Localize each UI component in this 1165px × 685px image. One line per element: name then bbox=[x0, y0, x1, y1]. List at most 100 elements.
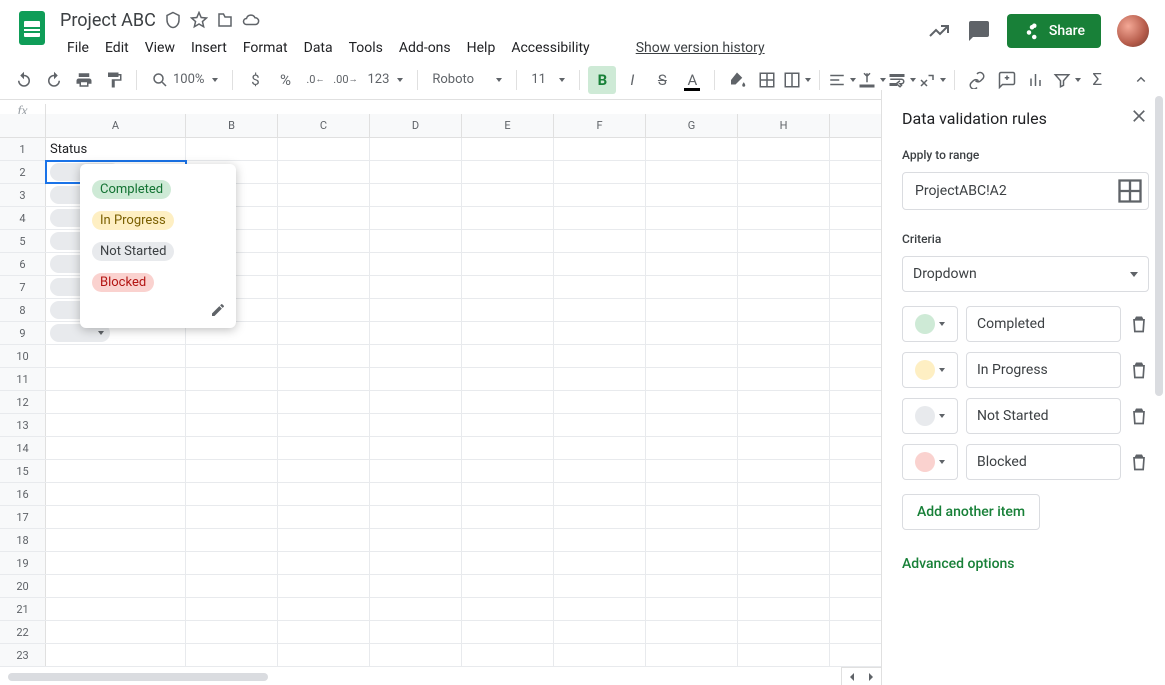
fill-color-button[interactable] bbox=[723, 66, 751, 94]
cell-H23[interactable] bbox=[738, 644, 830, 666]
star-icon[interactable] bbox=[190, 11, 208, 29]
cell-C23[interactable] bbox=[278, 644, 370, 666]
column-header-G[interactable]: G bbox=[646, 114, 738, 137]
row-header[interactable]: 17 bbox=[0, 506, 46, 528]
cell-C19[interactable] bbox=[278, 552, 370, 574]
row-header[interactable]: 2 bbox=[0, 161, 46, 183]
cell-E13[interactable] bbox=[462, 414, 554, 436]
cell-D15[interactable] bbox=[370, 460, 462, 482]
cell-E4[interactable] bbox=[462, 207, 554, 229]
cell-A19[interactable] bbox=[46, 552, 186, 574]
cell-G19[interactable] bbox=[646, 552, 738, 574]
cell-H20[interactable] bbox=[738, 575, 830, 597]
range-input[interactable]: ProjectABC!A2 bbox=[902, 172, 1149, 210]
panel-scrollbar[interactable] bbox=[1155, 90, 1163, 665]
currency-icon[interactable]: $ bbox=[241, 66, 269, 94]
cell-G22[interactable] bbox=[646, 621, 738, 643]
cell-D2[interactable] bbox=[370, 161, 462, 183]
cell-E12[interactable] bbox=[462, 391, 554, 413]
cell-D4[interactable] bbox=[370, 207, 462, 229]
cell-B20[interactable] bbox=[186, 575, 278, 597]
item-value-input[interactable]: Blocked bbox=[966, 444, 1121, 480]
cell-F7[interactable] bbox=[554, 276, 646, 298]
cell-B11[interactable] bbox=[186, 368, 278, 390]
cell-E20[interactable] bbox=[462, 575, 554, 597]
cell-H6[interactable] bbox=[738, 253, 830, 275]
item-color-select[interactable] bbox=[902, 306, 958, 342]
cell-H2[interactable] bbox=[738, 161, 830, 183]
cell-H9[interactable] bbox=[738, 322, 830, 344]
increase-decimal-icon[interactable]: .00→ bbox=[331, 66, 359, 94]
row-header[interactable]: 16 bbox=[0, 483, 46, 505]
cell-A14[interactable] bbox=[46, 437, 186, 459]
row-header[interactable]: 21 bbox=[0, 598, 46, 620]
cell-F14[interactable] bbox=[554, 437, 646, 459]
share-button[interactable]: Share bbox=[1007, 14, 1101, 48]
cell-C16[interactable] bbox=[278, 483, 370, 505]
italic-button[interactable]: I bbox=[618, 66, 646, 94]
move-icon[interactable] bbox=[216, 11, 234, 29]
version-history-link[interactable]: Show version history bbox=[629, 36, 772, 60]
cell-F15[interactable] bbox=[554, 460, 646, 482]
bold-button[interactable]: B bbox=[588, 66, 616, 94]
row-header[interactable]: 6 bbox=[0, 253, 46, 275]
advanced-options-link[interactable]: Advanced options bbox=[902, 530, 1149, 572]
cell-G12[interactable] bbox=[646, 391, 738, 413]
number-format-select[interactable]: 123 bbox=[361, 66, 409, 94]
criteria-type-select[interactable]: Dropdown bbox=[902, 256, 1149, 292]
cell-G6[interactable] bbox=[646, 253, 738, 275]
cell-C4[interactable] bbox=[278, 207, 370, 229]
cloud-icon[interactable] bbox=[242, 11, 260, 29]
cell-C6[interactable] bbox=[278, 253, 370, 275]
menu-edit[interactable]: Edit bbox=[98, 36, 136, 60]
cell-D16[interactable] bbox=[370, 483, 462, 505]
row-header[interactable]: 11 bbox=[0, 368, 46, 390]
cell-B18[interactable] bbox=[186, 529, 278, 551]
cell-A23[interactable] bbox=[46, 644, 186, 666]
spreadsheet-grid[interactable]: ABCDEFGH 1Status234567891011121314151617… bbox=[0, 114, 881, 685]
font-size-select[interactable]: 11 bbox=[525, 66, 571, 94]
cell-C7[interactable] bbox=[278, 276, 370, 298]
cell-E19[interactable] bbox=[462, 552, 554, 574]
cell-F19[interactable] bbox=[554, 552, 646, 574]
cell-D1[interactable] bbox=[370, 138, 462, 160]
cell-F23[interactable] bbox=[554, 644, 646, 666]
column-header-B[interactable]: B bbox=[186, 114, 278, 137]
menu-accessibility[interactable]: Accessibility bbox=[504, 36, 596, 60]
cell-C20[interactable] bbox=[278, 575, 370, 597]
item-value-input[interactable]: In Progress bbox=[966, 352, 1121, 388]
cell-E9[interactable] bbox=[462, 322, 554, 344]
cell-H14[interactable] bbox=[738, 437, 830, 459]
row-header[interactable]: 12 bbox=[0, 391, 46, 413]
cell-B10[interactable] bbox=[186, 345, 278, 367]
font-select[interactable]: Roboto bbox=[426, 66, 508, 94]
dropdown-option[interactable]: In Progress bbox=[90, 205, 226, 236]
cell-D21[interactable] bbox=[370, 598, 462, 620]
cell-B16[interactable] bbox=[186, 483, 278, 505]
cell-F16[interactable] bbox=[554, 483, 646, 505]
cell-B13[interactable] bbox=[186, 414, 278, 436]
strikethrough-button[interactable]: S bbox=[648, 66, 676, 94]
merge-button[interactable] bbox=[783, 66, 811, 94]
cell-B14[interactable] bbox=[186, 437, 278, 459]
sheet-scroll-right[interactable] bbox=[862, 668, 882, 685]
paint-format-icon[interactable] bbox=[100, 66, 128, 94]
cell-E2[interactable] bbox=[462, 161, 554, 183]
cell-B23[interactable] bbox=[186, 644, 278, 666]
cell-G2[interactable] bbox=[646, 161, 738, 183]
cell-H21[interactable] bbox=[738, 598, 830, 620]
cell-F11[interactable] bbox=[554, 368, 646, 390]
row-header[interactable]: 19 bbox=[0, 552, 46, 574]
cell-H15[interactable] bbox=[738, 460, 830, 482]
cell-D5[interactable] bbox=[370, 230, 462, 252]
cell-A17[interactable] bbox=[46, 506, 186, 528]
redo-icon[interactable] bbox=[40, 66, 68, 94]
cell-F13[interactable] bbox=[554, 414, 646, 436]
menu-tools[interactable]: Tools bbox=[342, 36, 390, 60]
column-header-D[interactable]: D bbox=[370, 114, 462, 137]
dropdown-option[interactable]: Blocked bbox=[90, 267, 226, 298]
select-range-icon[interactable] bbox=[1116, 177, 1144, 205]
cell-E14[interactable] bbox=[462, 437, 554, 459]
item-value-input[interactable]: Not Started bbox=[966, 398, 1121, 434]
cell-C8[interactable] bbox=[278, 299, 370, 321]
